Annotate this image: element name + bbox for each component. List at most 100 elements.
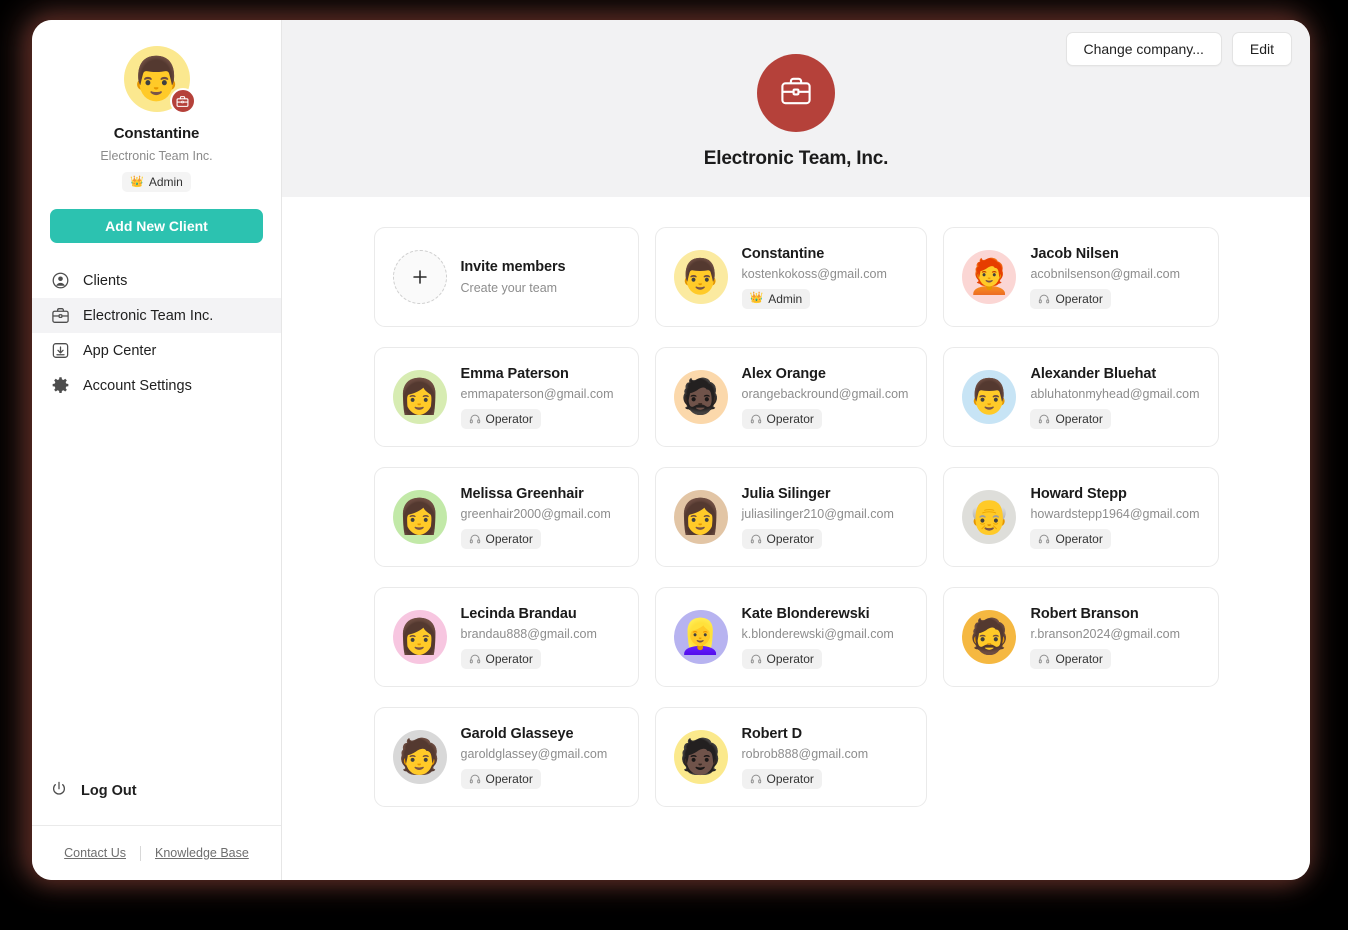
member-card-body: Alexander Bluehat abluhatonmyhead@gmail.c… [1030, 365, 1200, 429]
profile-avatar-wrap[interactable]: 👨 [123, 46, 196, 114]
company-header: Change company... Edit Electronic Team, … [282, 20, 1310, 197]
member-name: Howard Stepp [1030, 485, 1127, 502]
member-email: garoldglassey@gmail.com [460, 746, 608, 761]
screen-root: 👨 Constantine Electronic Team Inc. 👑 Adm… [0, 0, 1348, 930]
status-badge-label: Operator [1055, 531, 1103, 546]
members-grid: Invite members Create your team 👨 Constan… [373, 227, 1219, 807]
member-badge-row: Operator [1030, 648, 1180, 669]
member-card[interactable]: 👴 Howard Stepp howardstepp1964@gmail.com Op… [943, 467, 1219, 567]
invite-title: Invite members [460, 259, 566, 275]
member-card[interactable]: 👨 Constantine kostenkokoss@gmail.com 👑 Admin [654, 227, 928, 327]
member-email: brandau888@gmail.com [460, 626, 597, 641]
status-badge: Operator [460, 768, 541, 789]
headset-icon [469, 533, 481, 545]
logout-button[interactable]: Log Out [32, 774, 281, 808]
headset-icon [1038, 653, 1050, 665]
sidebar-item-app-center[interactable]: App Center [32, 333, 281, 368]
status-badge: Operator [1030, 648, 1111, 669]
avatar: 👨 [962, 370, 1017, 424]
status-badge-label: Operator [485, 411, 533, 426]
member-card[interactable]: 🧑 Garold Glasseye garoldglassey@gmail.com O… [373, 707, 639, 807]
status-badge: Operator [460, 408, 541, 429]
avatar-emoji: 👩 [398, 498, 441, 536]
edit-button[interactable]: Edit [1231, 32, 1292, 66]
member-card-body: Jacob Nilsen acobnilsenson@gmail.com Opera… [1030, 246, 1180, 309]
briefcase-icon [779, 74, 813, 113]
member-card[interactable]: 👩 Julia Silinger juliasilinger210@gmail.co… [654, 467, 928, 567]
status-badge-label: Operator [1055, 411, 1103, 426]
headset-icon [1038, 533, 1050, 545]
avatar-emoji: 🧑‍🦰 [968, 258, 1011, 296]
member-card-body: Lecinda Brandau brandau888@gmail.com Opera… [460, 606, 597, 669]
avatar-emoji: 👨 [679, 258, 722, 296]
avatar: 🧔🏿 [673, 370, 728, 424]
member-email: acobnilsenson@gmail.com [1030, 266, 1181, 281]
status-badge: Operator [1030, 288, 1111, 309]
avatar-emoji: 👨 [968, 378, 1011, 416]
sidebar-footer: Contact Us Knowledge Base [32, 825, 281, 880]
headset-icon [469, 413, 481, 425]
avatar-emoji: 👩 [398, 378, 441, 416]
avatar: 🧑‍🦰 [962, 250, 1017, 304]
status-badge: Operator [460, 648, 541, 669]
contact-us-link[interactable]: Contact Us [50, 846, 140, 860]
member-card[interactable]: 👱‍♀️ Kate Blonderewski k.blonderewski@gmai… [654, 587, 928, 687]
member-card[interactable]: 👨 Alexander Bluehat abluhatonmyhead@gmail.… [943, 347, 1219, 447]
member-badge-row: Operator [1030, 528, 1199, 549]
member-card[interactable]: 👩 Melissa Greenhair greenhair2000@gmail.co… [373, 467, 639, 567]
status-badge-label: Operator [766, 531, 814, 546]
avatar: 🧑🏿 [673, 730, 728, 784]
member-email: emmapaterson@gmail.com [460, 386, 614, 401]
status-badge: Operator [741, 408, 822, 429]
member-card-body: Robert Branson r.branson2024@gmail.com Ope… [1030, 606, 1180, 669]
knowledge-base-link[interactable]: Knowledge Base [141, 846, 263, 860]
plus-icon [392, 250, 447, 304]
avatar: 👩 [392, 370, 447, 424]
sidebar-item-electronic-team[interactable]: Electronic Team Inc. [32, 298, 281, 333]
avatar-emoji: 🧔 [968, 618, 1011, 656]
member-badge-row: Operator [741, 768, 869, 789]
status-badge-label: Operator [766, 771, 814, 786]
member-card[interactable]: 🧔 Robert Branson r.branson2024@gmail.com Op… [943, 587, 1219, 687]
member-badge-row: Operator [460, 768, 608, 789]
download-box-icon [50, 341, 70, 361]
members-area: Invite members Create your team 👨 Constan… [282, 197, 1310, 880]
member-card[interactable]: 👩 Lecinda Brandau brandau888@gmail.com Oper… [373, 587, 639, 687]
member-email: r.branson2024@gmail.com [1030, 626, 1181, 641]
member-email: robrob888@gmail.com [741, 746, 869, 761]
member-card-body: Emma Paterson emmapaterson@gmail.com Opera… [460, 366, 614, 429]
member-card-body: Alex Orange orangebackround@gmail.com Oper… [741, 365, 909, 429]
sidebar-item-label: Account Settings [83, 377, 192, 394]
avatar: 👴 [962, 490, 1017, 544]
invite-subtitle: Create your team [460, 281, 558, 295]
member-name: Alexander Bluehat [1030, 365, 1157, 382]
headset-icon [750, 413, 762, 425]
member-card[interactable]: 👩 Emma Paterson emmapaterson@gmail.com Oper… [373, 347, 639, 447]
member-name: Alex Orange [741, 365, 826, 382]
status-badge: Operator [741, 768, 822, 789]
user-circle-icon [50, 271, 70, 291]
member-badge-row: Operator [741, 408, 909, 429]
avatar: 👩 [673, 490, 728, 544]
profile-name: Constantine [113, 125, 200, 142]
avatar-emoji: 👩 [679, 498, 722, 536]
sidebar-item-account-settings[interactable]: Account Settings [32, 368, 281, 403]
member-card[interactable]: 🧔🏿 Alex Orange orangebackround@gmail.com Op… [654, 347, 928, 447]
member-badge-row: 👑 Admin [741, 288, 887, 309]
member-email: juliasilinger210@gmail.com [741, 506, 894, 521]
power-icon [50, 780, 68, 802]
add-new-client-button[interactable]: Add New Client [50, 209, 263, 243]
member-card-body: Howard Stepp howardstepp1964@gmail.com Ope… [1030, 485, 1200, 549]
member-card[interactable]: 🧑‍🦰 Jacob Nilsen acobnilsenson@gmail.com Op… [943, 227, 1219, 327]
member-card-body: Constantine kostenkokoss@gmail.com 👑 Admin [741, 246, 887, 309]
invite-members-card[interactable]: Invite members Create your team [373, 227, 639, 327]
change-company-button[interactable]: Change company... [1065, 32, 1222, 66]
member-badge-row: Operator [741, 648, 894, 669]
avatar-emoji: 🧑🏿 [679, 738, 722, 776]
member-card[interactable]: 🧑🏿 Robert D robrob888@gmail.com Operator [654, 707, 928, 807]
member-name: Garold Glasseye [460, 725, 574, 742]
sidebar-item-clients[interactable]: Clients [32, 263, 281, 298]
avatar-emoji: 👴 [968, 498, 1011, 536]
status-badge-label: Admin [768, 291, 803, 306]
crown-icon: 👑 [749, 292, 764, 304]
